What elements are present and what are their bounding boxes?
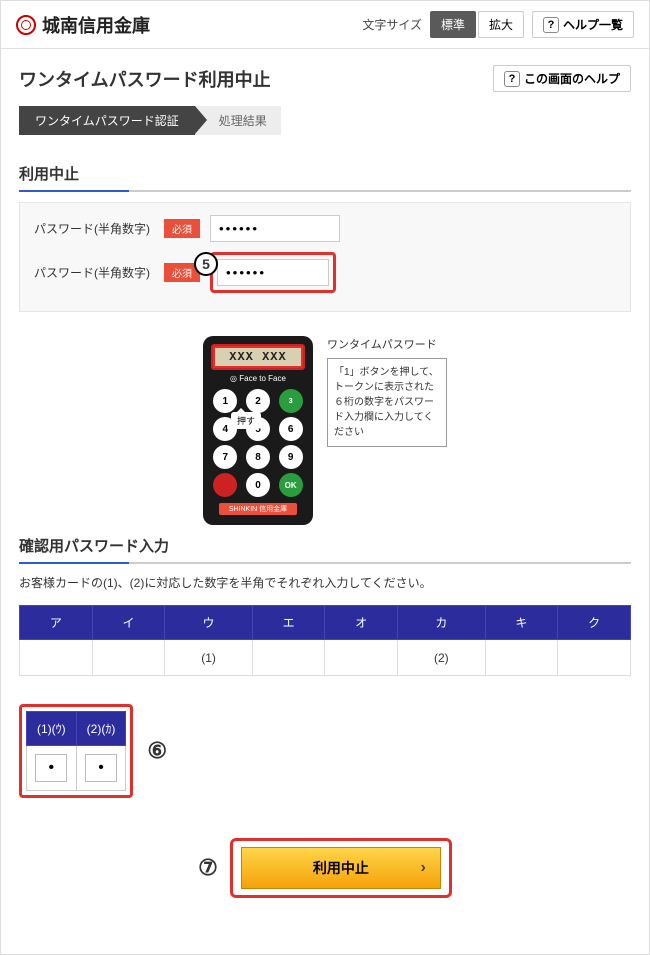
highlight-frame-7: 利用中止: [230, 838, 452, 898]
kana-cell: [485, 640, 558, 676]
kana-cell: [325, 640, 398, 676]
password-form: パスワード(半角数字) 必須 パスワード(半角数字) 必須 5: [19, 202, 631, 312]
confirm-table: (1)(ｳ) (2)(ｶ): [26, 711, 126, 791]
question-icon: ?: [543, 17, 559, 33]
kana-header: ク: [558, 606, 631, 640]
token-key-7: 7: [213, 445, 237, 469]
confirm-input-2[interactable]: [85, 754, 117, 782]
kana-cell: [558, 640, 631, 676]
kana-cell: (2): [398, 640, 485, 676]
step-7-annotation: ⑦: [198, 855, 218, 881]
token-key-9: 9: [279, 445, 303, 469]
submit-row: ⑦ 利用中止: [19, 838, 631, 898]
required-badge: 必須: [164, 219, 200, 238]
submit-stop-button[interactable]: 利用中止: [241, 847, 441, 889]
kana-header: エ: [252, 606, 325, 640]
token-display-frame: XXX XXX: [211, 344, 305, 370]
font-size-label: 文字サイズ: [362, 16, 422, 33]
confirm-input-1[interactable]: [35, 754, 67, 782]
section-title-confirm: 確認用パスワード入力: [19, 535, 631, 564]
token-section: XXX XXX ◎ Face to Face 1 2 3 4 5 6 7 8 9…: [19, 336, 631, 525]
kana-cell: [92, 640, 165, 676]
kana-header: オ: [325, 606, 398, 640]
step-5-annotation: 5: [194, 252, 218, 276]
font-large-button[interactable]: 拡大: [478, 11, 524, 38]
kana-header: イ: [92, 606, 165, 640]
help-list-button[interactable]: ?ヘルプ一覧: [532, 11, 634, 38]
kana-header: ウ: [165, 606, 252, 640]
confirm-instruction: お客様カードの(1)、(2)に対応した数字を半角でそれぞれ入力してください。: [19, 574, 631, 591]
token-key-8: 8: [246, 445, 270, 469]
token-note: ワンタイムパスワード 「1」ボタンを押して、トークンに表示された６桁の数字をパス…: [327, 336, 447, 525]
step-6-annotation: ⑥: [147, 738, 167, 764]
logo-icon: [16, 15, 36, 35]
password-label-1: パスワード(半角数字): [34, 220, 154, 237]
token-key-3: 3: [279, 389, 303, 413]
kana-header: キ: [485, 606, 558, 640]
section-title-stop: 利用中止: [19, 163, 631, 192]
password-row-1: パスワード(半角数字) 必須: [34, 215, 616, 242]
otp-input[interactable]: [217, 259, 329, 286]
confirm-panel: (1)(ｳ) (2)(ｶ) ⑥: [19, 704, 631, 798]
password-label-2: パスワード(半角数字): [34, 264, 154, 281]
kana-header: ア: [20, 606, 93, 640]
token-balloon: 押す: [231, 412, 261, 429]
step-active: ワンタイムパスワード認証: [19, 106, 195, 135]
token-key-2: 2: [246, 389, 270, 413]
highlight-frame-6: (1)(ｳ) (2)(ｶ): [19, 704, 133, 798]
password-row-2: パスワード(半角数字) 必須 5: [34, 252, 616, 293]
step-inactive: 処理結果: [195, 106, 281, 135]
token-brand: ◎ Face to Face: [211, 374, 305, 383]
token-key-0: 0: [246, 473, 270, 497]
logo: 城南信用金庫: [16, 12, 150, 38]
highlight-frame-5: [210, 252, 336, 293]
page-title: ワンタイムパスワード利用中止: [19, 66, 271, 92]
breadcrumb: ワンタイムパスワード認証 処理結果: [19, 106, 631, 135]
kana-table: ア イ ウ エ オ カ キ ク (1) (2): [19, 605, 631, 676]
token-key-6: 6: [279, 417, 303, 441]
token-keypad: 1 2 3 4 5 6 7 8 9 0 OK: [211, 389, 305, 497]
font-standard-button[interactable]: 標準: [430, 11, 476, 38]
kana-cell: (1): [165, 640, 252, 676]
header: 城南信用金庫 文字サイズ 標準 拡大 ?ヘルプ一覧: [1, 1, 649, 49]
token-badge: SHINKIN 信用金庫: [219, 503, 297, 515]
token-display: XXX XXX: [213, 346, 303, 368]
password-input-1[interactable]: [210, 215, 340, 242]
token-key-1: 1: [213, 389, 237, 413]
question-icon: ?: [504, 71, 520, 87]
token-key-ok: OK: [279, 473, 303, 497]
kana-header: カ: [398, 606, 485, 640]
confirm-header-2: (2)(ｶ): [76, 712, 126, 746]
token-note-body: 「1」ボタンを押して、トークンに表示された６桁の数字をパスワード入力欄に入力して…: [327, 358, 447, 447]
kana-cell: [252, 640, 325, 676]
token-key-cancel: [213, 473, 237, 497]
bank-name: 城南信用金庫: [42, 12, 150, 38]
token-note-title: ワンタイムパスワード: [327, 336, 447, 352]
confirm-header-1: (1)(ｳ): [27, 712, 77, 746]
token-device: XXX XXX ◎ Face to Face 1 2 3 4 5 6 7 8 9…: [203, 336, 313, 525]
page-help-button[interactable]: ?この画面のヘルプ: [493, 65, 631, 92]
kana-cell: [20, 640, 93, 676]
